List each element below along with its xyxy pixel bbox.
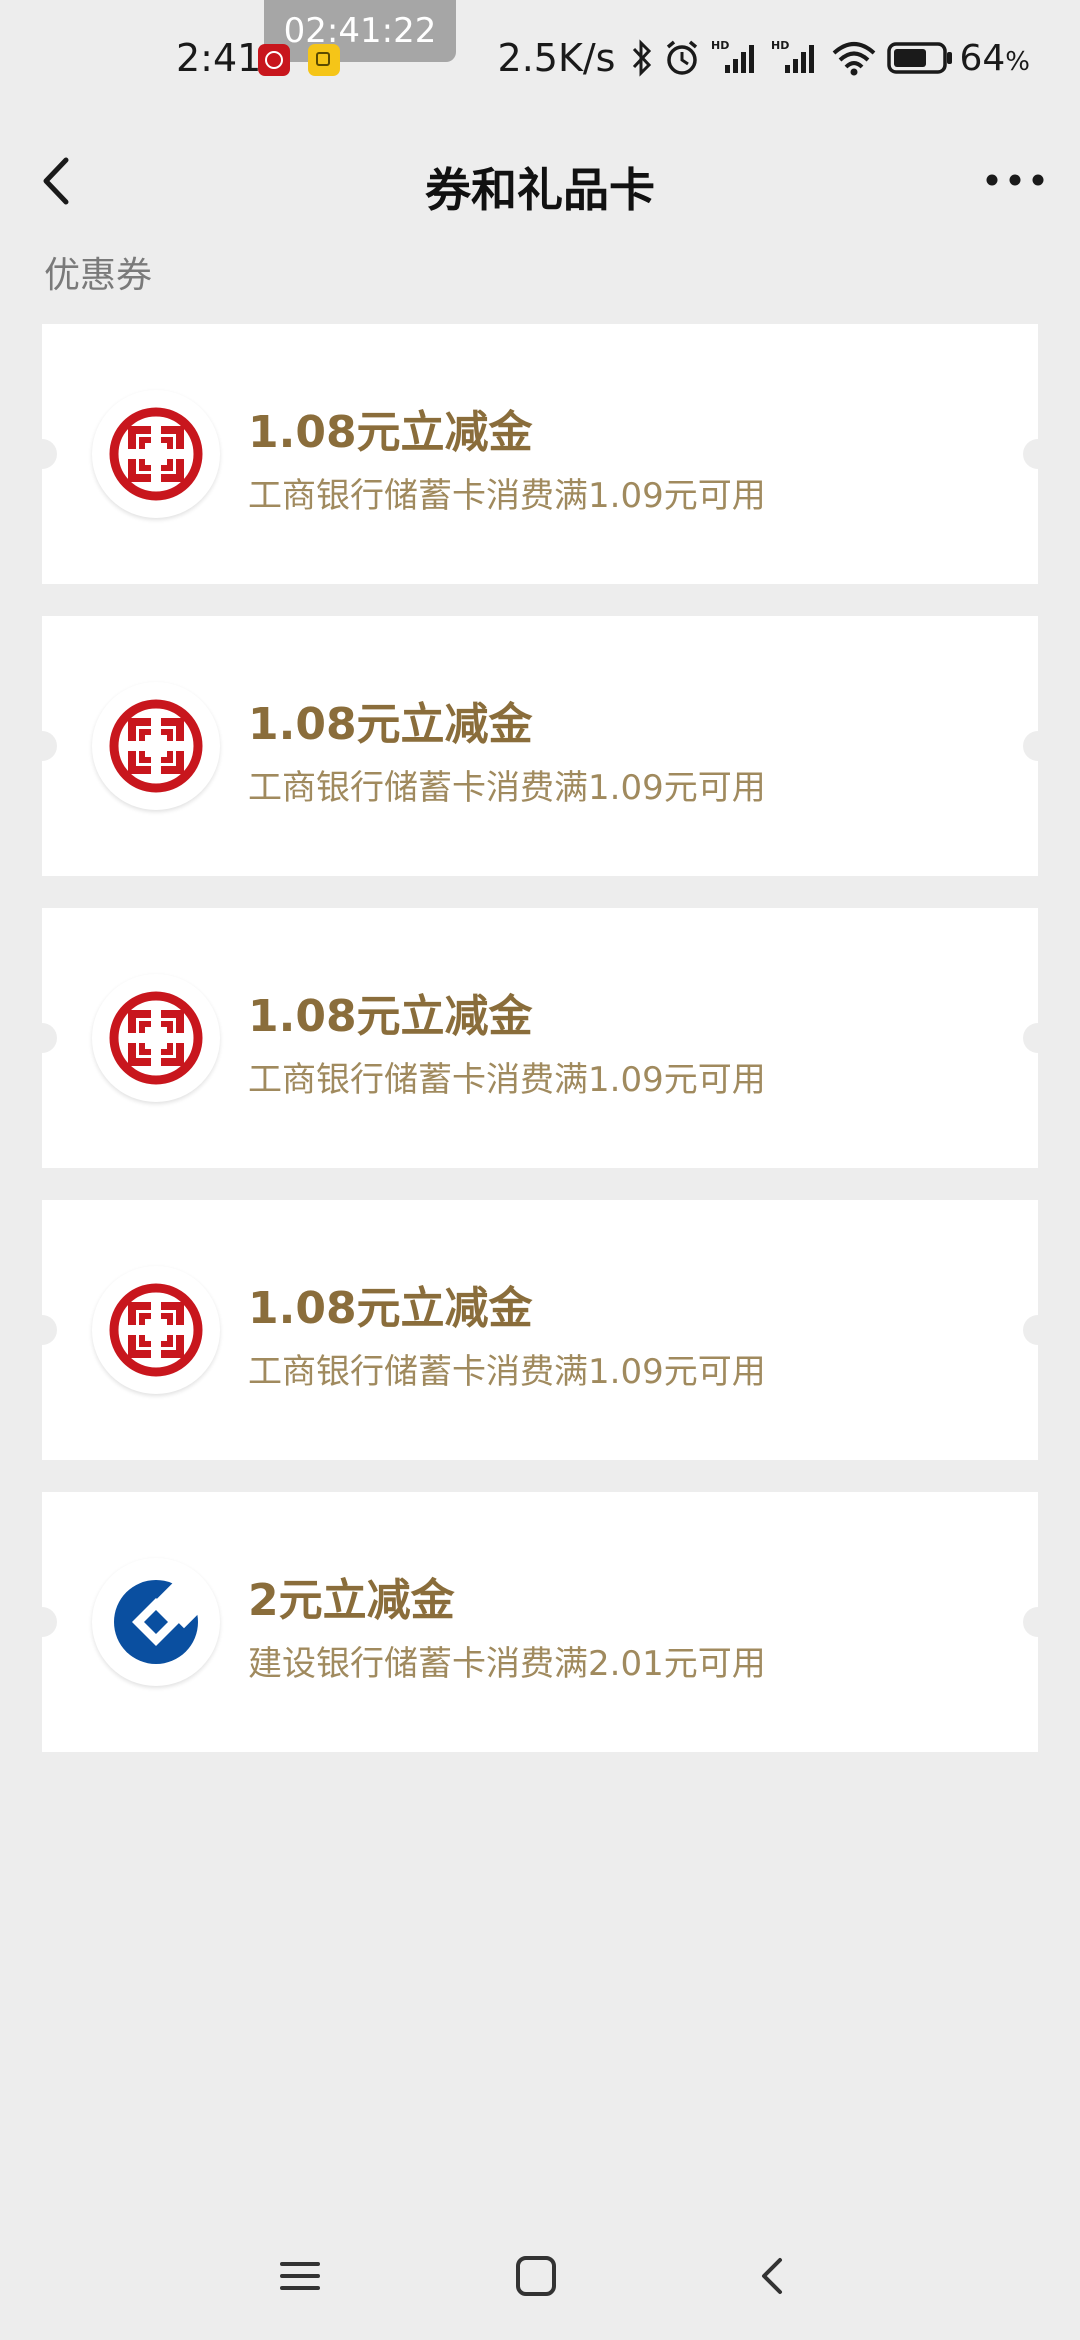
- coupon-description: 建设银行储蓄卡消费满2.01元可用: [248, 1644, 766, 1684]
- coupon-description: 工商银行储蓄卡消费满1.09元可用: [248, 476, 766, 516]
- net-speed: 2.5K/s: [497, 36, 616, 80]
- hd-signal-icon: HD: [711, 39, 761, 77]
- coupon-title: 2元立减金: [248, 1575, 455, 1626]
- system-nav-bar: [0, 2210, 1080, 2340]
- more-options-button[interactable]: [980, 160, 1050, 200]
- coupon-card[interactable]: 2元立减金 建设银行储蓄卡消费满2.01元可用: [27, 1492, 1053, 1752]
- coupon-title: 1.08元立减金: [248, 1283, 533, 1334]
- nav-back-button[interactable]: [744, 2246, 804, 2306]
- coupon-description: 工商银行储蓄卡消费满1.09元可用: [248, 1060, 766, 1100]
- bluetooth-icon: [631, 39, 653, 77]
- alarm-icon: [663, 39, 701, 77]
- battery-percent: 64%: [959, 37, 1030, 79]
- coupon-description: 工商银行储蓄卡消费满1.09元可用: [248, 768, 766, 808]
- status-bar: 02:41:22 2:41 2.5K/s HD HD 64%: [0, 0, 1080, 120]
- home-button[interactable]: [506, 2246, 566, 2306]
- notification-icon: [308, 44, 340, 76]
- card-notch: [27, 1023, 57, 1053]
- svg-text:HD: HD: [771, 39, 789, 52]
- menu-icon: [280, 2262, 320, 2290]
- hd-signal-icon: HD: [771, 39, 821, 77]
- chevron-left-icon: [762, 2258, 782, 2294]
- card-notch: [27, 1607, 57, 1637]
- icbc-logo-icon: [92, 1266, 220, 1394]
- clock-overlay: 02:41:22: [264, 0, 456, 62]
- coupon-title: 1.08元立减金: [248, 699, 533, 750]
- coupon-card[interactable]: 1.08元立减金 工商银行储蓄卡消费满1.09元可用: [27, 324, 1053, 584]
- card-notch: [1023, 1023, 1053, 1053]
- status-time: 2:41: [176, 36, 262, 80]
- card-notch: [27, 731, 57, 761]
- coupon-title: 1.08元立减金: [248, 991, 533, 1042]
- card-notch: [27, 439, 57, 469]
- more-dots-icon: [986, 174, 1044, 186]
- coupon-title: 1.08元立减金: [248, 407, 533, 458]
- icbc-app-icon: [258, 44, 290, 76]
- coupon-card[interactable]: 1.08元立减金 工商银行储蓄卡消费满1.09元可用: [27, 1200, 1053, 1460]
- card-notch: [1023, 1315, 1053, 1345]
- ccb-logo-icon: [92, 1558, 220, 1686]
- wifi-icon: [831, 39, 877, 77]
- battery-icon: [887, 41, 953, 75]
- top-bar: 券和礼品卡: [0, 120, 1080, 240]
- card-notch: [1023, 1607, 1053, 1637]
- section-label-coupons: 优惠券: [44, 255, 153, 296]
- icbc-logo-icon: [92, 682, 220, 810]
- coupon-list: 1.08元立减金 工商银行储蓄卡消费满1.09元可用 1.08元立减金 工商银行…: [27, 324, 1053, 1784]
- coupon-card[interactable]: 1.08元立减金 工商银行储蓄卡消费满1.09元可用: [27, 908, 1053, 1168]
- square-home-icon: [516, 2256, 556, 2296]
- card-notch: [1023, 439, 1053, 469]
- icbc-logo-icon: [92, 390, 220, 518]
- recents-button[interactable]: [270, 2246, 330, 2306]
- svg-text:HD: HD: [711, 39, 729, 52]
- card-notch: [1023, 731, 1053, 761]
- coupon-card[interactable]: 1.08元立减金 工商银行储蓄卡消费满1.09元可用: [27, 616, 1053, 876]
- coupon-description: 工商银行储蓄卡消费满1.09元可用: [248, 1352, 766, 1392]
- page-title: 券和礼品卡: [425, 163, 655, 217]
- card-notch: [27, 1315, 57, 1345]
- icbc-logo-icon: [92, 974, 220, 1102]
